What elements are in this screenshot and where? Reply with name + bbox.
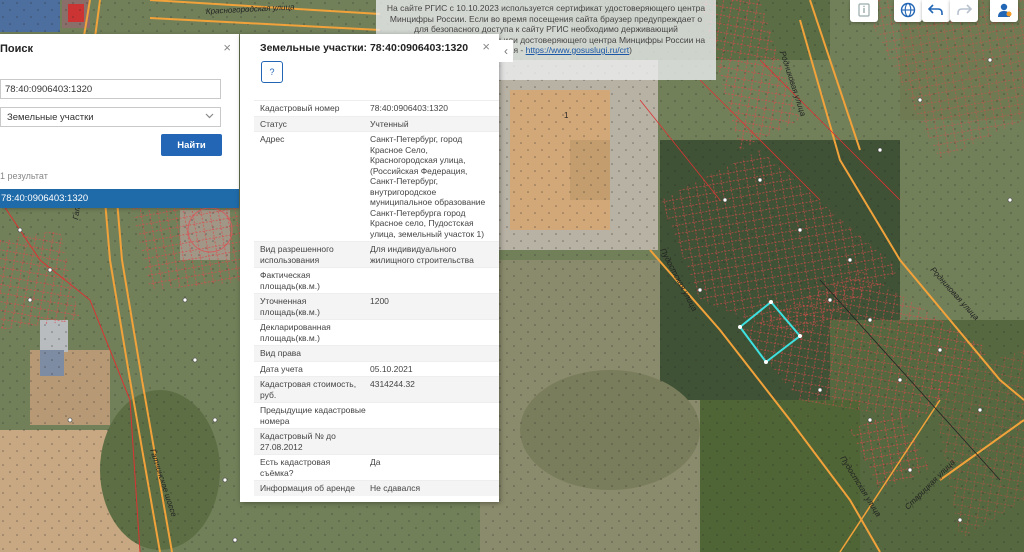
- attribute-label: Кадастровый № до 27.08.2012: [260, 431, 336, 452]
- globe-icon: [900, 2, 916, 20]
- info-icon: [857, 3, 871, 19]
- attribute-label: Кадастровый номер: [260, 103, 340, 113]
- attribute-label: Есть кадастровая съёмка?: [260, 457, 331, 478]
- attribute-value: [370, 431, 499, 452]
- attribute-row: Предыдущие кадастровые номера: [254, 402, 499, 428]
- search-type-select[interactable]: Земельные участки: [0, 107, 221, 127]
- attribute-row: Дата учета 05.10.2021: [254, 360, 499, 377]
- attribute-value: 4314244.32: [370, 379, 415, 389]
- redo-icon: [956, 3, 973, 19]
- search-panel: Поиск × Земельные участки Найти 1 резуль…: [0, 34, 239, 208]
- attribute-row: Вид разрешенного использования Для индиви…: [254, 241, 499, 267]
- attribute-value: [370, 405, 499, 426]
- attribute-value: Да: [370, 457, 381, 467]
- attribute-value: 05.10.2021: [370, 363, 413, 374]
- redo-button[interactable]: [950, 0, 978, 22]
- search-title: Поиск: [0, 43, 34, 55]
- attribute-row: Статус Учтенный: [254, 115, 499, 131]
- attribute-row: Адрес Санкт-Петербург, город Красное Село…: [254, 131, 499, 241]
- attribute-value: [370, 348, 499, 359]
- attribute-label: Дата учета: [260, 363, 303, 374]
- close-card-button[interactable]: ×: [482, 39, 490, 54]
- notice-tail: ): [629, 45, 632, 55]
- attribute-row: Кадастровая стоимость, руб. 4314244.32: [254, 376, 499, 402]
- attribute-row: Декларированная площадь(кв.м.): [254, 319, 499, 345]
- chevron-down-icon: [205, 111, 214, 122]
- attribute-value: Санкт-Петербург, город Красное Село, Кра…: [370, 134, 486, 239]
- attribute-value: Для индивидуального жилищного строительс…: [370, 244, 474, 265]
- info-button[interactable]: [850, 0, 878, 22]
- search-input[interactable]: [0, 79, 221, 99]
- attribute-value: Учтенный: [370, 118, 409, 129]
- attribute-row: Уточненная площадь(кв.м.) 1200: [254, 293, 499, 319]
- attribute-label: Вид разрешенного использования: [260, 244, 334, 265]
- find-button[interactable]: Найти: [161, 134, 222, 156]
- attribute-value: [370, 270, 499, 291]
- attribute-row: Кадастровый № до 27.08.2012: [254, 428, 499, 454]
- search-result-item[interactable]: 78:40:0906403:1320: [0, 189, 239, 208]
- attribute-label: Статус: [260, 118, 287, 129]
- globe-button[interactable]: [894, 0, 922, 22]
- attribute-label: Вид права: [260, 348, 301, 358]
- attribute-label: Адрес: [260, 134, 285, 144]
- attribute-row: Информация об аренде Не сдавался: [254, 480, 499, 496]
- attribute-table: Кадастровый номер 78:40:0906403:1320 Стат…: [254, 100, 499, 496]
- parcel-number: 1: [564, 111, 569, 120]
- user-icon: [996, 2, 1012, 20]
- attribute-row: Вид права: [254, 345, 499, 361]
- attribute-label: Кадастровая стоимость, руб.: [260, 379, 357, 400]
- attribute-value: Не сдавался: [370, 483, 421, 493]
- attribute-label: Уточненная площадь(кв.м.): [260, 296, 320, 317]
- undo-icon: [927, 3, 944, 19]
- gosuslugi-link[interactable]: https://www.gosuslugi.ru/crt: [526, 45, 629, 55]
- card-title: Земельные участки: 78:40:0906403:1320: [260, 42, 469, 54]
- attribute-row: Фактическая площадь(кв.м.): [254, 267, 499, 293]
- attribute-row: Кадастровый номер 78:40:0906403:1320: [254, 100, 499, 116]
- collapse-panel-button[interactable]: ‹: [499, 40, 513, 62]
- parcel-info-card: Земельные участки: 78:40:0906403:1320 × …: [240, 34, 513, 502]
- result-count: 1 результат: [0, 171, 48, 181]
- attribute-value: 1200: [370, 296, 389, 306]
- user-button[interactable]: [990, 0, 1018, 22]
- close-search-button[interactable]: ×: [223, 40, 231, 55]
- question-icon: ?: [269, 67, 275, 77]
- attribute-value: [370, 322, 499, 343]
- help-button[interactable]: ?: [261, 61, 283, 83]
- attribute-label: Декларированная площадь(кв.м.): [260, 322, 331, 343]
- search-type-value: Земельные участки: [7, 112, 94, 123]
- undo-button[interactable]: [922, 0, 950, 22]
- attribute-row: Есть кадастровая съёмка? Да: [254, 454, 499, 480]
- attribute-label: Информация об аренде: [260, 483, 355, 493]
- attribute-label: Фактическая площадь(кв.м.): [260, 270, 320, 291]
- attribute-value: 78:40:0906403:1320: [370, 103, 448, 113]
- attribute-label: Предыдущие кадастровые номера: [260, 405, 366, 426]
